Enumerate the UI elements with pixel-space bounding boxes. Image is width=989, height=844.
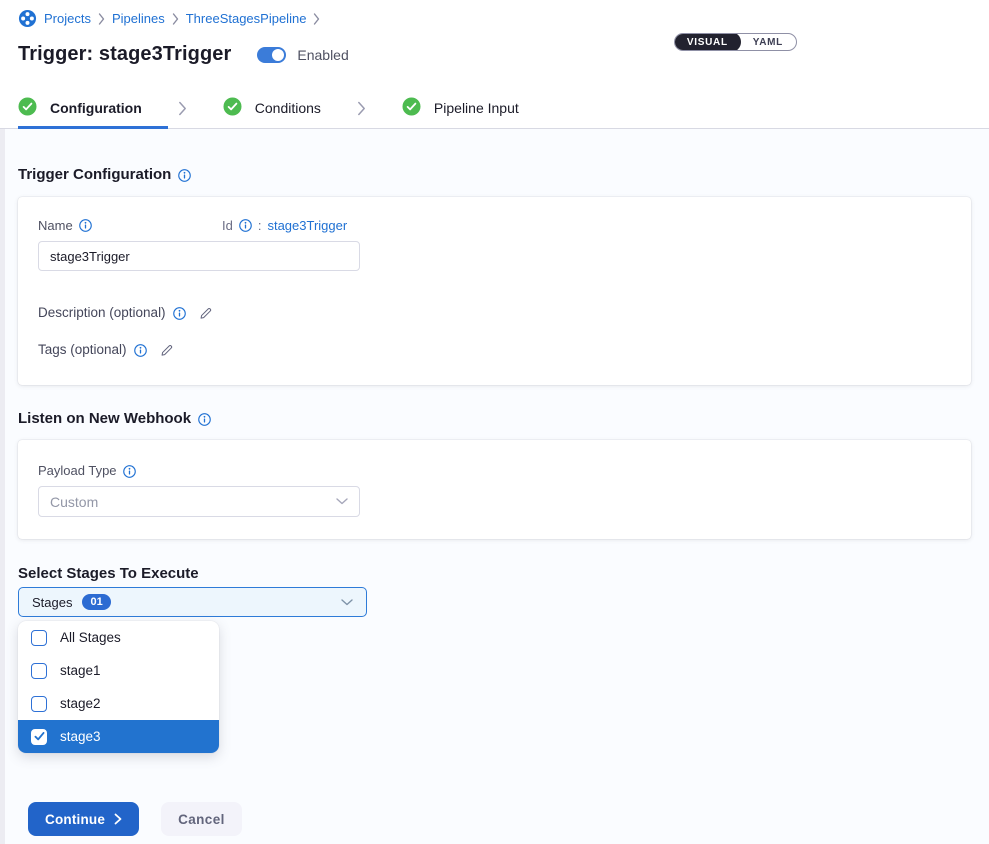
tab-pipeline-input-label: Pipeline Input <box>434 101 519 115</box>
payload-type-label-group: Payload Type <box>38 464 951 478</box>
visual-mode-button[interactable]: VISUAL <box>674 33 741 51</box>
info-icon[interactable] <box>173 307 186 320</box>
chevron-right-icon <box>178 101 187 116</box>
breadcrumb-pipeline-name[interactable]: ThreeStagesPipeline <box>186 11 307 26</box>
chevron-down-icon <box>341 599 353 606</box>
check-circle-icon <box>223 97 242 119</box>
chevron-down-icon <box>336 498 348 505</box>
select-stages-heading: Select Stages To Execute <box>18 566 971 582</box>
payload-type-select[interactable]: Custom <box>38 486 360 517</box>
tab-configuration[interactable]: Configuration <box>18 97 142 119</box>
info-icon[interactable] <box>198 413 211 426</box>
name-label: Name <box>38 219 73 233</box>
info-icon[interactable] <box>178 169 191 182</box>
chevron-right-icon <box>114 813 122 825</box>
trigger-name-input[interactable] <box>38 241 360 271</box>
tags-label: Tags (optional) <box>38 342 127 358</box>
selected-count-badge: 01 <box>82 594 110 610</box>
continue-label: Continue <box>45 812 105 827</box>
stage-option-label: stage2 <box>60 696 101 711</box>
tab-conditions-label: Conditions <box>255 101 321 115</box>
stage-option-all-stages[interactable]: All Stages <box>18 621 219 654</box>
stages-multiselect[interactable]: Stages 01 <box>18 587 367 617</box>
title-row: Trigger: stage3Trigger Enabled <box>18 43 971 66</box>
checkbox-checked-icon[interactable] <box>31 729 47 745</box>
check-circle-icon <box>18 97 37 119</box>
webhook-card: Payload Type Custom <box>18 440 971 539</box>
heading-text: Listen on New Webhook <box>18 411 191 427</box>
tab-conditions[interactable]: Conditions <box>223 97 321 119</box>
info-icon[interactable] <box>123 465 136 478</box>
chevron-right-icon <box>98 13 105 25</box>
chevron-right-icon <box>357 101 366 116</box>
breadcrumb-pipelines[interactable]: Pipelines <box>112 11 165 26</box>
tab-configuration-label: Configuration <box>50 101 142 115</box>
stage-option-label: All Stages <box>60 630 121 645</box>
check-circle-icon <box>402 97 421 119</box>
breadcrumb-projects[interactable]: Projects <box>44 11 91 26</box>
breadcrumb: Projects Pipelines ThreeStagesPipeline <box>18 9 971 28</box>
edit-tags-icon[interactable] <box>159 343 174 358</box>
trigger-configuration-card: Name Id : stage3Trigger Description (opt… <box>18 197 971 385</box>
name-id-row: Name Id : stage3Trigger <box>38 218 951 233</box>
tab-pipeline-input[interactable]: Pipeline Input <box>402 97 519 119</box>
stages-select-group: Stages 01 All Stages stage1 stage2 <box>18 587 971 617</box>
id-value-link[interactable]: stage3Trigger <box>267 218 347 233</box>
payload-type-value: Custom <box>50 494 98 510</box>
visual-yaml-toggle: VISUAL YAML <box>674 33 797 51</box>
checkbox-unchecked-icon[interactable] <box>31 663 47 679</box>
description-row: Description (optional) <box>38 305 951 321</box>
webhook-heading: Listen on New Webhook <box>18 411 971 427</box>
page-title: Trigger: stage3Trigger <box>18 43 231 66</box>
checkbox-unchecked-icon[interactable] <box>31 696 47 712</box>
trigger-configuration-page: Projects Pipelines ThreeStagesPipeline T… <box>0 0 989 844</box>
id-separator: : <box>258 218 262 233</box>
cancel-label: Cancel <box>178 812 225 827</box>
stages-dropdown-menu: All Stages stage1 stage2 stage3 <box>18 621 219 753</box>
yaml-mode-button[interactable]: YAML <box>740 33 796 51</box>
page-header: Projects Pipelines ThreeStagesPipeline T… <box>0 0 989 66</box>
checkbox-unchecked-icon[interactable] <box>31 630 47 646</box>
id-group: Id : stage3Trigger <box>222 218 347 233</box>
cancel-button[interactable]: Cancel <box>161 802 242 836</box>
name-field-label-group: Name <box>38 219 222 233</box>
projects-logo-icon[interactable] <box>18 9 37 28</box>
stage-option-stage3[interactable]: stage3 <box>18 720 219 753</box>
enabled-toggle-group: Enabled <box>257 47 348 63</box>
id-label: Id <box>222 218 233 233</box>
stage-option-label: stage3 <box>60 729 101 744</box>
stage-option-label: stage1 <box>60 663 101 678</box>
edit-description-icon[interactable] <box>198 306 213 321</box>
info-icon[interactable] <box>134 344 147 357</box>
continue-button[interactable]: Continue <box>28 802 139 836</box>
payload-type-label: Payload Type <box>38 464 117 478</box>
footer-actions: Continue Cancel <box>18 802 971 836</box>
enabled-toggle[interactable] <box>257 47 286 63</box>
description-label: Description (optional) <box>38 305 166 321</box>
wizard-step-tabs: Configuration Conditions Pipeline Input <box>0 88 989 129</box>
stages-select-label: Stages <box>32 595 72 610</box>
info-icon[interactable] <box>79 219 92 232</box>
stage-option-stage2[interactable]: stage2 <box>18 687 219 720</box>
chevron-right-icon <box>172 13 179 25</box>
heading-text: Trigger Configuration <box>18 167 171 183</box>
configuration-panel: Trigger Configuration Name Id : stage3Tr… <box>0 129 989 844</box>
chevron-right-icon <box>313 13 320 25</box>
stage-option-stage1[interactable]: stage1 <box>18 654 219 687</box>
trigger-configuration-heading: Trigger Configuration <box>18 167 971 183</box>
enabled-toggle-label: Enabled <box>297 47 348 63</box>
tags-row: Tags (optional) <box>38 342 951 358</box>
info-icon[interactable] <box>239 219 252 232</box>
heading-text: Select Stages To Execute <box>18 566 199 582</box>
